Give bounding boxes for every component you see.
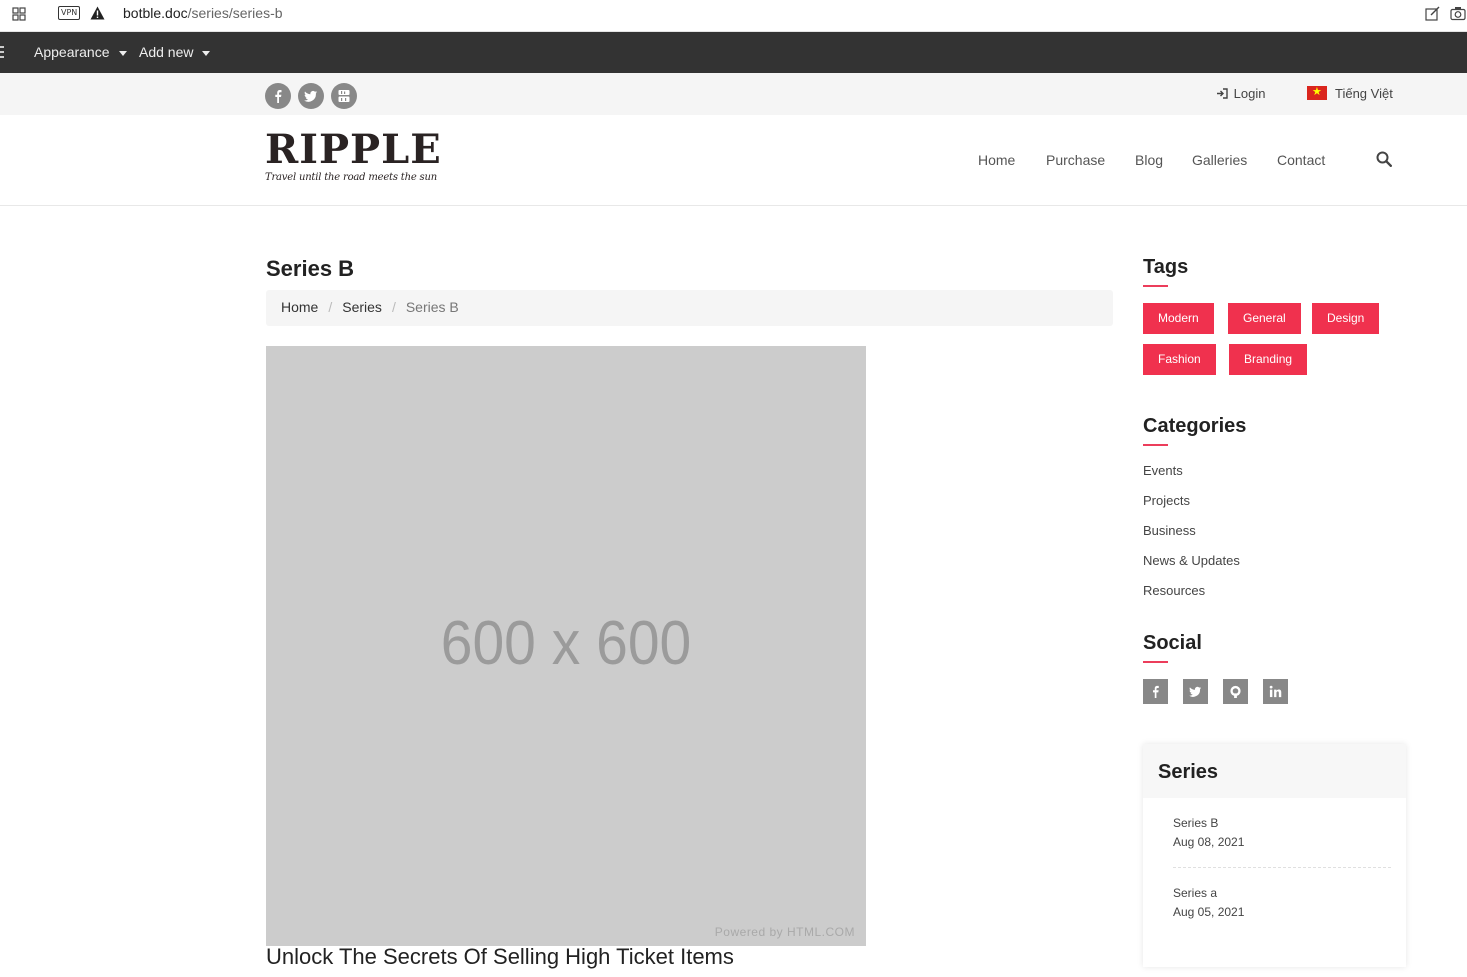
post-title[interactable]: Unlock The Secrets Of Selling High Ticke… (266, 944, 734, 970)
tag-branding[interactable]: Branding (1229, 344, 1308, 375)
page-title: Series B (266, 256, 355, 281)
login-label: Login (1233, 86, 1266, 101)
camera-icon[interactable] (1450, 6, 1466, 21)
image-credit: Powered by HTML.COM (714, 925, 855, 939)
login-link[interactable]: Login (1216, 86, 1265, 101)
series-widget: Series Series B Aug 08, 2021 Series a Au… (1143, 744, 1406, 967)
top-bar: Login Tiếng Việt (0, 73, 1467, 115)
image-dimensions-text: 600 x 600 (440, 609, 692, 678)
social-widget-title: Social (1143, 632, 1202, 663)
language-label: Tiếng Việt (1335, 86, 1393, 101)
series-item-name[interactable]: Series B (1173, 814, 1244, 833)
admin-bar: Appearance Add new (0, 32, 1467, 73)
category-news-updates[interactable]: News & Updates (1143, 553, 1240, 568)
series-item-name[interactable]: Series a (1173, 884, 1244, 903)
nav-purchase[interactable]: Purchase (1046, 152, 1105, 168)
nav-galleries[interactable]: Galleries (1192, 152, 1247, 168)
add-new-menu[interactable]: Add new (139, 44, 211, 60)
appearance-label: Appearance (34, 44, 110, 60)
tag-fashion[interactable]: Fashion (1143, 344, 1216, 375)
facebook-icon[interactable] (265, 83, 291, 109)
vietnam-flag-icon (1307, 85, 1327, 100)
category-projects[interactable]: Projects (1143, 493, 1190, 508)
logo-text: RIPPLE (265, 126, 442, 173)
breadcrumb: Home / Series / Series B (266, 290, 1113, 326)
twitter-icon[interactable] (298, 83, 324, 109)
category-business[interactable]: Business (1143, 523, 1196, 538)
site-header: RIPPLE Travel until the road meets the s… (0, 115, 1467, 206)
breadcrumb-series[interactable]: Series (342, 299, 382, 315)
category-resources[interactable]: Resources (1143, 583, 1205, 598)
series-widget-title: Series (1143, 744, 1406, 798)
tag-general[interactable]: General (1228, 303, 1301, 334)
divider (1173, 867, 1391, 868)
language-switcher[interactable]: Tiếng Việt (1307, 85, 1393, 101)
search-icon[interactable] (1376, 151, 1392, 167)
tag-design[interactable]: Design (1312, 303, 1380, 334)
linkedin-icon[interactable] (1263, 679, 1288, 704)
url-path: /series/series-b (187, 5, 283, 21)
series-item-date: Aug 08, 2021 (1173, 835, 1245, 849)
nav-home[interactable]: Home (978, 152, 1015, 168)
series-item-date: Aug 05, 2021 (1173, 905, 1245, 919)
twitter-icon[interactable] (1183, 679, 1208, 704)
add-new-label: Add new (139, 44, 194, 60)
post-image[interactable]: 600 x 600 Powered by HTML.COM (266, 346, 866, 946)
warning-icon[interactable] (90, 6, 105, 20)
caret-down-icon (118, 50, 127, 56)
appearance-menu[interactable]: Appearance (34, 44, 127, 60)
categories-widget-title: Categories (1143, 415, 1247, 446)
site-logo[interactable]: RIPPLE Travel until the road meets the s… (265, 126, 442, 188)
nav-contact[interactable]: Contact (1277, 152, 1325, 168)
caret-down-icon (202, 50, 211, 56)
series-item[interactable]: Series a Aug 05, 2021 (1173, 884, 1244, 922)
tag-modern[interactable]: Modern (1143, 303, 1214, 334)
grid-icon[interactable] (12, 7, 26, 21)
breadcrumb-current: Series B (405, 299, 459, 315)
github-icon[interactable] (1223, 679, 1248, 704)
facebook-icon[interactable] (1143, 679, 1168, 704)
sign-in-icon (1217, 88, 1228, 99)
address-bar[interactable]: botble.doc/series/series-b (123, 5, 283, 21)
nav-blog[interactable]: Blog (1135, 152, 1163, 168)
category-events[interactable]: Events (1143, 463, 1183, 478)
edit-icon[interactable] (1425, 6, 1440, 21)
breadcrumb-separator: / (391, 299, 396, 315)
tags-widget-title: Tags (1143, 256, 1189, 287)
logo-tagline: Travel until the road meets the sun (265, 172, 437, 183)
url-domain: botble.doc (123, 5, 188, 21)
breadcrumb-home[interactable]: Home (281, 299, 318, 315)
series-item[interactable]: Series B Aug 08, 2021 (1173, 814, 1244, 852)
browser-url-bar: VPN botble.doc/series/series-b (0, 0, 1467, 32)
vpn-badge[interactable]: VPN (58, 6, 81, 20)
menu-icon[interactable] (0, 46, 4, 58)
youtube-icon[interactable] (331, 83, 357, 109)
breadcrumb-separator: / (328, 299, 333, 315)
